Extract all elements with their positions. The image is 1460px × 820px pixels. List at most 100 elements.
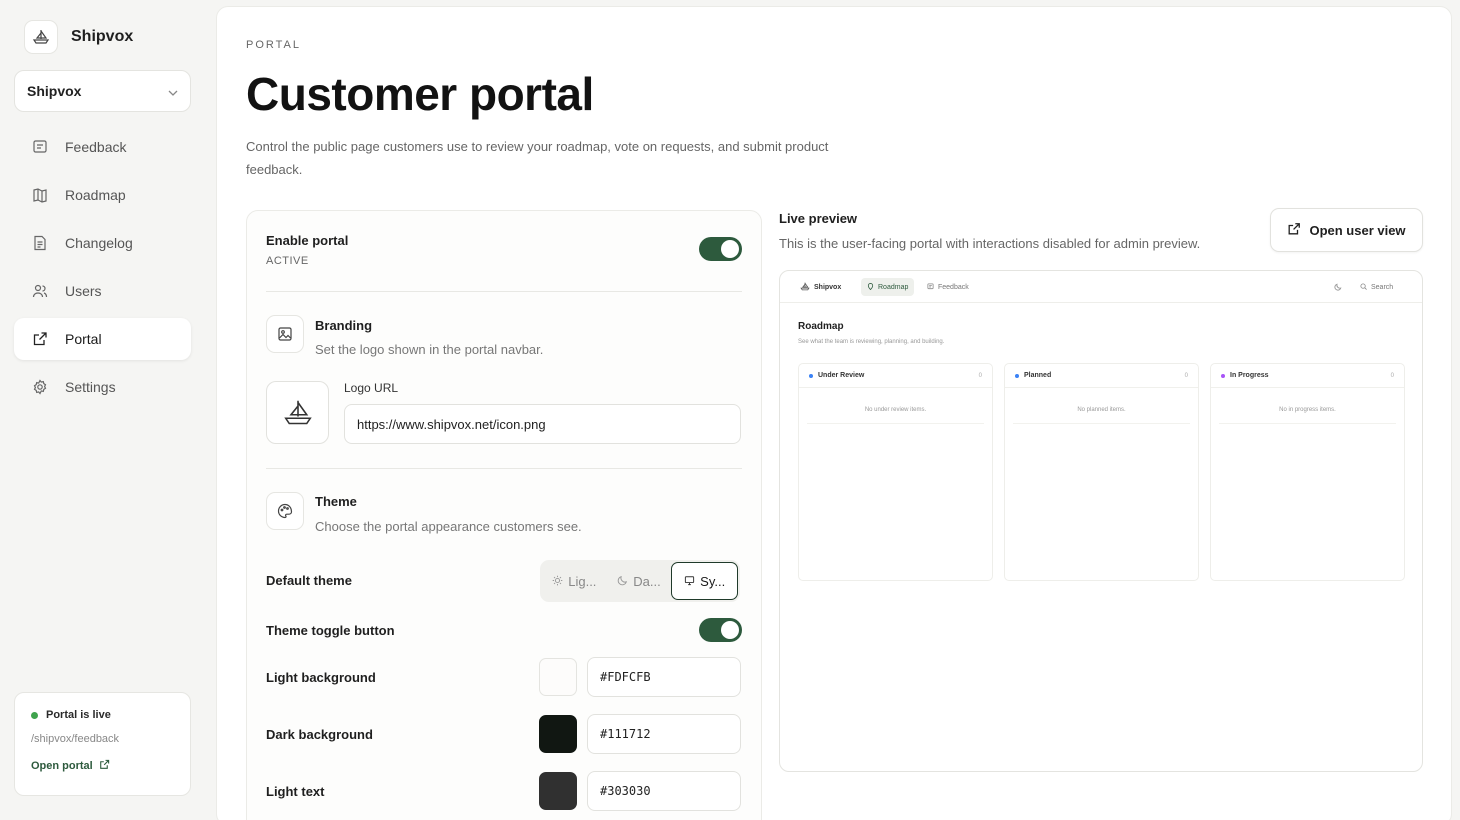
column-empty-state: No under review items. [807,396,984,424]
column-header: Planned 0 [1005,364,1198,388]
page-description: Control the public page customers use to… [246,139,829,177]
dark-background-label: Dark background [266,727,373,742]
theme-option-system[interactable]: Sy... [671,562,739,600]
column-count: 0 [978,372,982,379]
ship-logo-icon [24,20,58,54]
sidebar-item-users[interactable]: Users [14,270,191,312]
preview-tab-label: Feedback [938,283,969,291]
palette-icon [266,492,304,530]
sidebar-item-label: Settings [65,379,116,395]
users-icon [32,283,48,299]
preview-navbar: Shipvox Roadmap Feedback Search [780,271,1422,303]
portal-preview-frame: Shipvox Roadmap Feedback Search Roadmap … [779,270,1423,772]
dark-background-input[interactable]: #111712 [587,714,741,754]
sidebar-item-changelog[interactable]: Changelog [14,222,191,264]
theme-title: Theme [315,494,357,509]
theme-description: Choose the portal appearance customers s… [315,519,582,534]
logo-url-value: https://www.shipvox.net/icon.png [357,416,546,432]
column-title-group: In Progress [1221,372,1269,379]
open-user-view-label: Open user view [1309,222,1406,238]
preview-search-label: Search [1371,283,1394,291]
preview-tab-roadmap: Roadmap [861,278,915,296]
monitor-icon [684,574,695,589]
feedback-icon [32,139,48,155]
logo-url-label: Logo URL [344,381,399,395]
column-color-dot [1015,373,1019,378]
color-value: #FDFCFB [600,670,651,684]
sidebar-item-feedback[interactable]: Feedback [14,126,191,168]
workspace-select[interactable]: Shipvox [14,70,191,112]
external-link-icon [1287,222,1301,239]
column-title-group: Planned [1015,372,1051,379]
logo-url-input[interactable]: https://www.shipvox.net/icon.png [344,404,741,444]
preview-column-in-progress: In Progress 0 No in progress items. [1210,363,1405,581]
enable-portal-toggle[interactable] [699,237,742,261]
live-status-dot [31,711,38,719]
light-text-swatch[interactable] [539,772,577,810]
live-preview-title: Live preview [779,211,858,226]
sidebar-item-portal[interactable]: Portal [14,318,191,360]
logo-preview [266,381,329,444]
enable-portal-status: ACTIVE [266,255,309,267]
column-title: Under Review [818,372,865,379]
preview-search: Search [1354,278,1399,296]
main-panel: PORTAL Customer portal Control the publi… [216,6,1452,820]
branding-title: Branding [315,318,373,333]
default-theme-selector: Lig... Da... Sy... [540,560,740,602]
color-value: #303030 [600,784,651,798]
sidebar-item-label: Portal [65,331,102,347]
column-count: 0 [1390,372,1394,379]
preview-tab-feedback: Feedback [921,278,975,296]
search-icon [1360,282,1367,292]
open-portal-label: Open portal [31,760,93,772]
theme-switch-icon [1328,278,1348,296]
preview-heading: Roadmap [798,321,844,332]
dark-background-swatch[interactable] [539,715,577,753]
portal-settings-card: Enable portal ACTIVE Branding Set the lo… [246,210,762,820]
portal-path: /shipvox/feedback [31,733,120,745]
feedback-icon [927,282,934,292]
portal-status-card: Portal is live /shipvox/feedback Open po… [14,692,191,796]
map-icon [32,187,48,203]
open-user-view-button[interactable]: Open user view [1270,208,1423,252]
divider [266,468,742,469]
theme-option-light[interactable]: Lig... [542,562,607,600]
ship-logo-icon [800,282,810,293]
light-text-input[interactable]: #303030 [587,771,741,811]
brand[interactable]: Shipvox [24,20,133,54]
sidebar-item-settings[interactable]: Settings [14,366,191,408]
image-icon [266,315,304,353]
sidebar-nav: Feedback Roadmap Changelog Users Portal [14,126,191,414]
column-color-dot [1221,373,1225,378]
column-header: In Progress 0 [1211,364,1404,388]
external-link-icon [99,759,110,773]
sidebar-item-label: Roadmap [65,187,126,203]
sidebar-item-roadmap[interactable]: Roadmap [14,174,191,216]
light-text-label: Light text [266,784,325,799]
open-portal-link[interactable]: Open portal [31,759,174,773]
theme-toggle-label: Theme toggle button [266,623,395,638]
brand-name: Shipvox [71,28,134,45]
sidebar: Shipvox Shipvox Feedback Roadmap Changel… [0,0,214,820]
live-preview-description: This is the user-facing portal with inte… [779,236,1201,251]
sidebar-item-label: Users [65,283,102,299]
light-background-swatch[interactable] [539,658,577,696]
theme-option-dark[interactable]: Da... [607,562,672,600]
preview-subheading: See what the team is reviewing, planning… [798,339,945,345]
column-color-dot [809,373,813,378]
default-theme-label: Default theme [266,573,352,588]
preview-brand: Shipvox [794,278,847,296]
light-background-label: Light background [266,670,376,685]
ship-logo-icon [283,400,312,424]
column-title: Planned [1024,372,1052,379]
theme-toggle-switch[interactable] [699,618,742,642]
status-line: Portal is live [31,709,174,721]
light-background-input[interactable]: #FDFCFB [587,657,741,697]
sidebar-item-label: Feedback [65,139,127,155]
column-empty-state: No in progress items. [1219,396,1396,424]
chevron-down-icon [168,83,178,99]
workspace-name: Shipvox [27,83,82,99]
pin-icon [867,282,874,292]
branding-description: Set the logo shown in the portal navbar. [315,342,544,357]
column-title-group: Under Review [809,372,864,379]
